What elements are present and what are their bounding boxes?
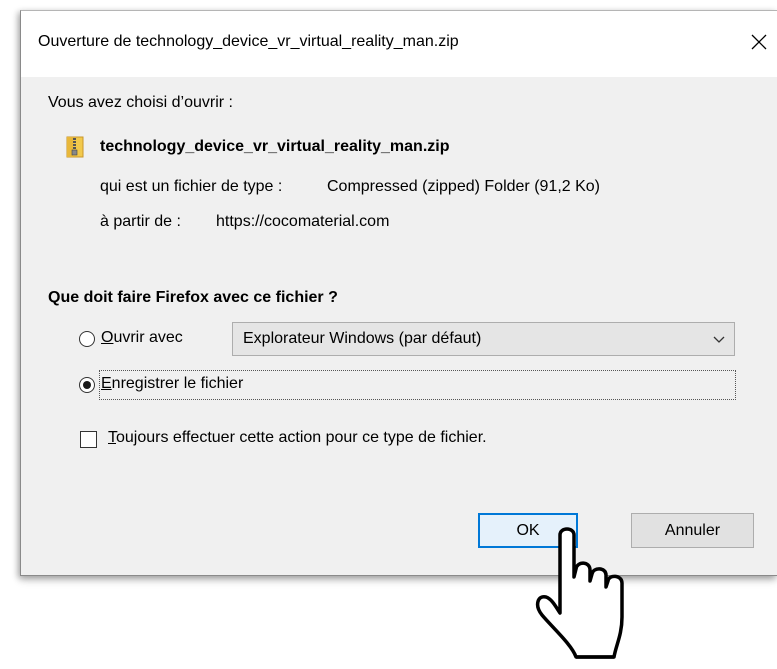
intro-text: Vous avez choisi d’ouvrir :: [48, 94, 233, 111]
stage: Ouverture de technology_device_vr_virtua…: [0, 0, 777, 669]
open-with-radio[interactable]: [79, 331, 95, 347]
always-do-this-label[interactable]: Toujours effectuer cette action pour ce …: [108, 429, 487, 447]
open-with-label[interactable]: Ouvrir avec: [101, 329, 183, 347]
question-heading: Que doit faire Firefox avec ce fichier ?: [48, 289, 338, 306]
zip-file-icon: [66, 136, 84, 158]
type-label: qui est un fichier de type :: [100, 178, 283, 195]
download-dialog: Ouverture de technology_device_vr_virtua…: [20, 10, 777, 576]
chevron-down-icon: [713, 336, 725, 343]
radio-selected-dot: [83, 381, 91, 389]
dialog-title: Ouverture de technology_device_vr_virtua…: [38, 33, 459, 50]
always-do-this-checkbox[interactable]: [80, 431, 97, 448]
source-value: https://cocomaterial.com: [216, 213, 390, 230]
open-with-app-value: Explorateur Windows (par défaut): [243, 330, 482, 347]
type-value: Compressed (zipped) Folder (91,2 Ko): [327, 178, 601, 195]
close-icon: [751, 34, 767, 50]
open-with-app-select[interactable]: Explorateur Windows (par défaut): [232, 322, 735, 356]
file-name: technology_device_vr_virtual_reality_man…: [100, 138, 450, 155]
hand-pointer-icon: [535, 527, 624, 659]
close-button[interactable]: [741, 25, 777, 59]
save-file-label[interactable]: Enregistrer le fichier: [101, 375, 243, 393]
dialog-titlebar: Ouverture de technology_device_vr_virtua…: [21, 11, 777, 77]
source-label: à partir de :: [100, 213, 181, 230]
save-file-radio[interactable]: [79, 377, 95, 393]
